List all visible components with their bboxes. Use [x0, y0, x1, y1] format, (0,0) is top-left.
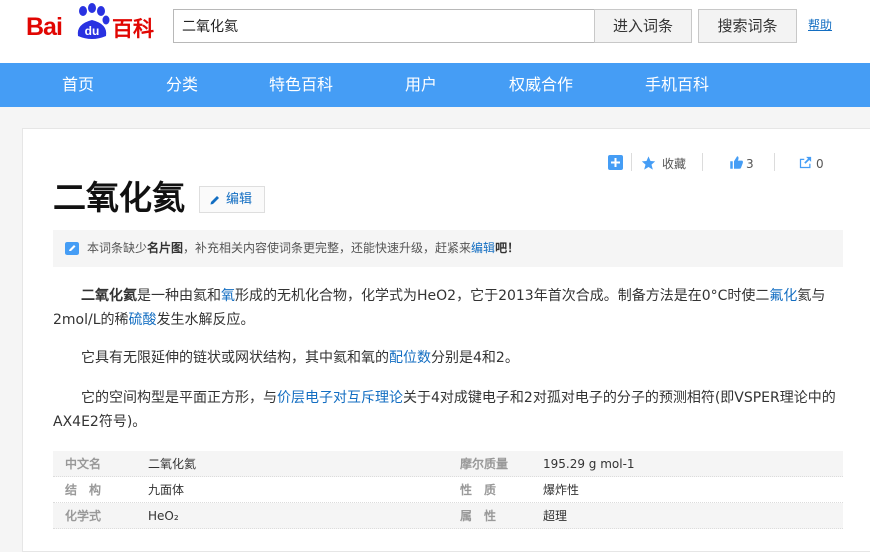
info-label: 摩尔质量 [460, 457, 509, 471]
enter-entry-button[interactable]: 进入词条 [594, 9, 692, 43]
notice-suffix: 吧！ [495, 241, 520, 255]
info-value: 二氧化氦 [148, 457, 197, 471]
tool-separator [702, 153, 703, 171]
notice-edit-link[interactable]: 编辑 [471, 241, 495, 255]
text-span: 它具有无限延伸的链状或网状结构，其中氦和氧的 [81, 350, 389, 366]
link-coordination-number[interactable]: 配位数 [389, 350, 431, 366]
main-nav: 首页 分类 特色百科 用户 权威合作 手机百科 [0, 63, 870, 107]
text-span: 它的空间构型是平面正方形，与 [81, 390, 277, 406]
logo-du-text: du [85, 24, 100, 38]
info-value: 爆炸性 [543, 483, 580, 497]
paw-icon: du [77, 3, 110, 39]
nav-item-category[interactable]: 分类 [166, 63, 198, 107]
link-sulfuric-acid[interactable]: 硫酸 [129, 312, 157, 328]
like-count: 3 [746, 157, 754, 171]
notice-missing: 名片图 [147, 241, 184, 255]
pencil-icon [210, 196, 219, 205]
info-row: 中文名 二氧化氦 摩尔质量 195.29 g mol-1 [53, 451, 843, 477]
info-row: 结 构 九面体 性 质 爆炸性 [53, 477, 843, 503]
text-span: 是一种由氦和 [137, 288, 221, 304]
header: Bai du 百科 进入词条 搜索词条 帮助 [0, 0, 870, 63]
text-span: 形成的无机化合物，化学式为HeO2，它于2013年首次合成。制备方法是在0°C时… [235, 288, 770, 304]
tool-separator [774, 153, 775, 171]
info-value: 195.29 g mol-1 [543, 457, 635, 471]
info-label: 属 性 [460, 509, 497, 523]
entry-name-strong: 二氧化氦 [81, 288, 137, 304]
share-icon[interactable] [798, 155, 813, 170]
summary-paragraph-3: 它的空间构型是平面正方形，与价层电子对互斥理论关于4对成键电子和2对孤对电子的分… [53, 386, 843, 434]
share-count: 0 [816, 157, 824, 171]
page-title: 二氧化氦 [53, 178, 185, 217]
nav-item-mobile[interactable]: 手机百科 [645, 63, 709, 107]
thumbs-up-icon[interactable] [729, 155, 744, 170]
text-span: 发生水解反应。 [156, 312, 255, 328]
summary-paragraph-2: 它具有无限延伸的链状或网状结构，其中氦和氧的配位数分别是4和2。 [53, 346, 843, 370]
notice-bar: 本词条缺少名片图，补充相关内容使词条更完整，还能快速升级，赶紧来编辑吧！ [53, 230, 843, 267]
search-input[interactable] [173, 9, 595, 43]
info-value: HeO₂ [148, 509, 179, 523]
nav-item-featured[interactable]: 特色百科 [269, 63, 333, 107]
info-value: 九面体 [148, 483, 185, 497]
info-label: 结 构 [65, 483, 102, 497]
info-label: 中文名 [65, 457, 102, 471]
info-label: 性 质 [460, 483, 497, 497]
logo-baike-text: 百科 [112, 17, 154, 41]
nav-item-users[interactable]: 用户 [405, 63, 437, 107]
link-fluoride[interactable]: 氟化 [769, 288, 797, 304]
link-oxygen[interactable]: 氧 [221, 288, 235, 304]
notice-prefix: 本词条缺少 [87, 241, 148, 255]
notice-middle: ，补充相关内容使词条更完整，还能快速升级，赶紧来 [183, 241, 472, 255]
baidu-baike-logo[interactable]: Bai du 百科 [26, 0, 166, 50]
info-label: 化学式 [65, 509, 102, 523]
info-row: 化学式 HeO₂ 属 性 超理 [53, 503, 843, 529]
search-entry-button[interactable]: 搜索词条 [698, 9, 797, 43]
text-span: 分别是4和2。 [431, 350, 519, 366]
edit-button[interactable]: 编辑 [199, 186, 265, 213]
edit-note-icon [65, 242, 79, 255]
star-icon[interactable] [640, 155, 657, 171]
edit-button-label: 编辑 [226, 192, 253, 207]
link-vsepr-theory[interactable]: 价层电子对互斥理论 [277, 390, 403, 406]
nav-item-partners[interactable]: 权威合作 [509, 63, 573, 107]
add-plus-icon[interactable] [608, 155, 623, 170]
nav-item-home[interactable]: 首页 [62, 63, 94, 107]
favorite-label[interactable]: 收藏 [662, 155, 686, 173]
help-link[interactable]: 帮助 [808, 16, 832, 33]
logo-bai-text: Bai [26, 13, 63, 41]
summary-paragraph-1: 二氧化氦是一种由氦和氧形成的无机化合物，化学式为HeO2，它于2013年首次合成… [53, 284, 843, 332]
tool-separator [631, 153, 632, 171]
info-value: 超理 [543, 509, 568, 523]
